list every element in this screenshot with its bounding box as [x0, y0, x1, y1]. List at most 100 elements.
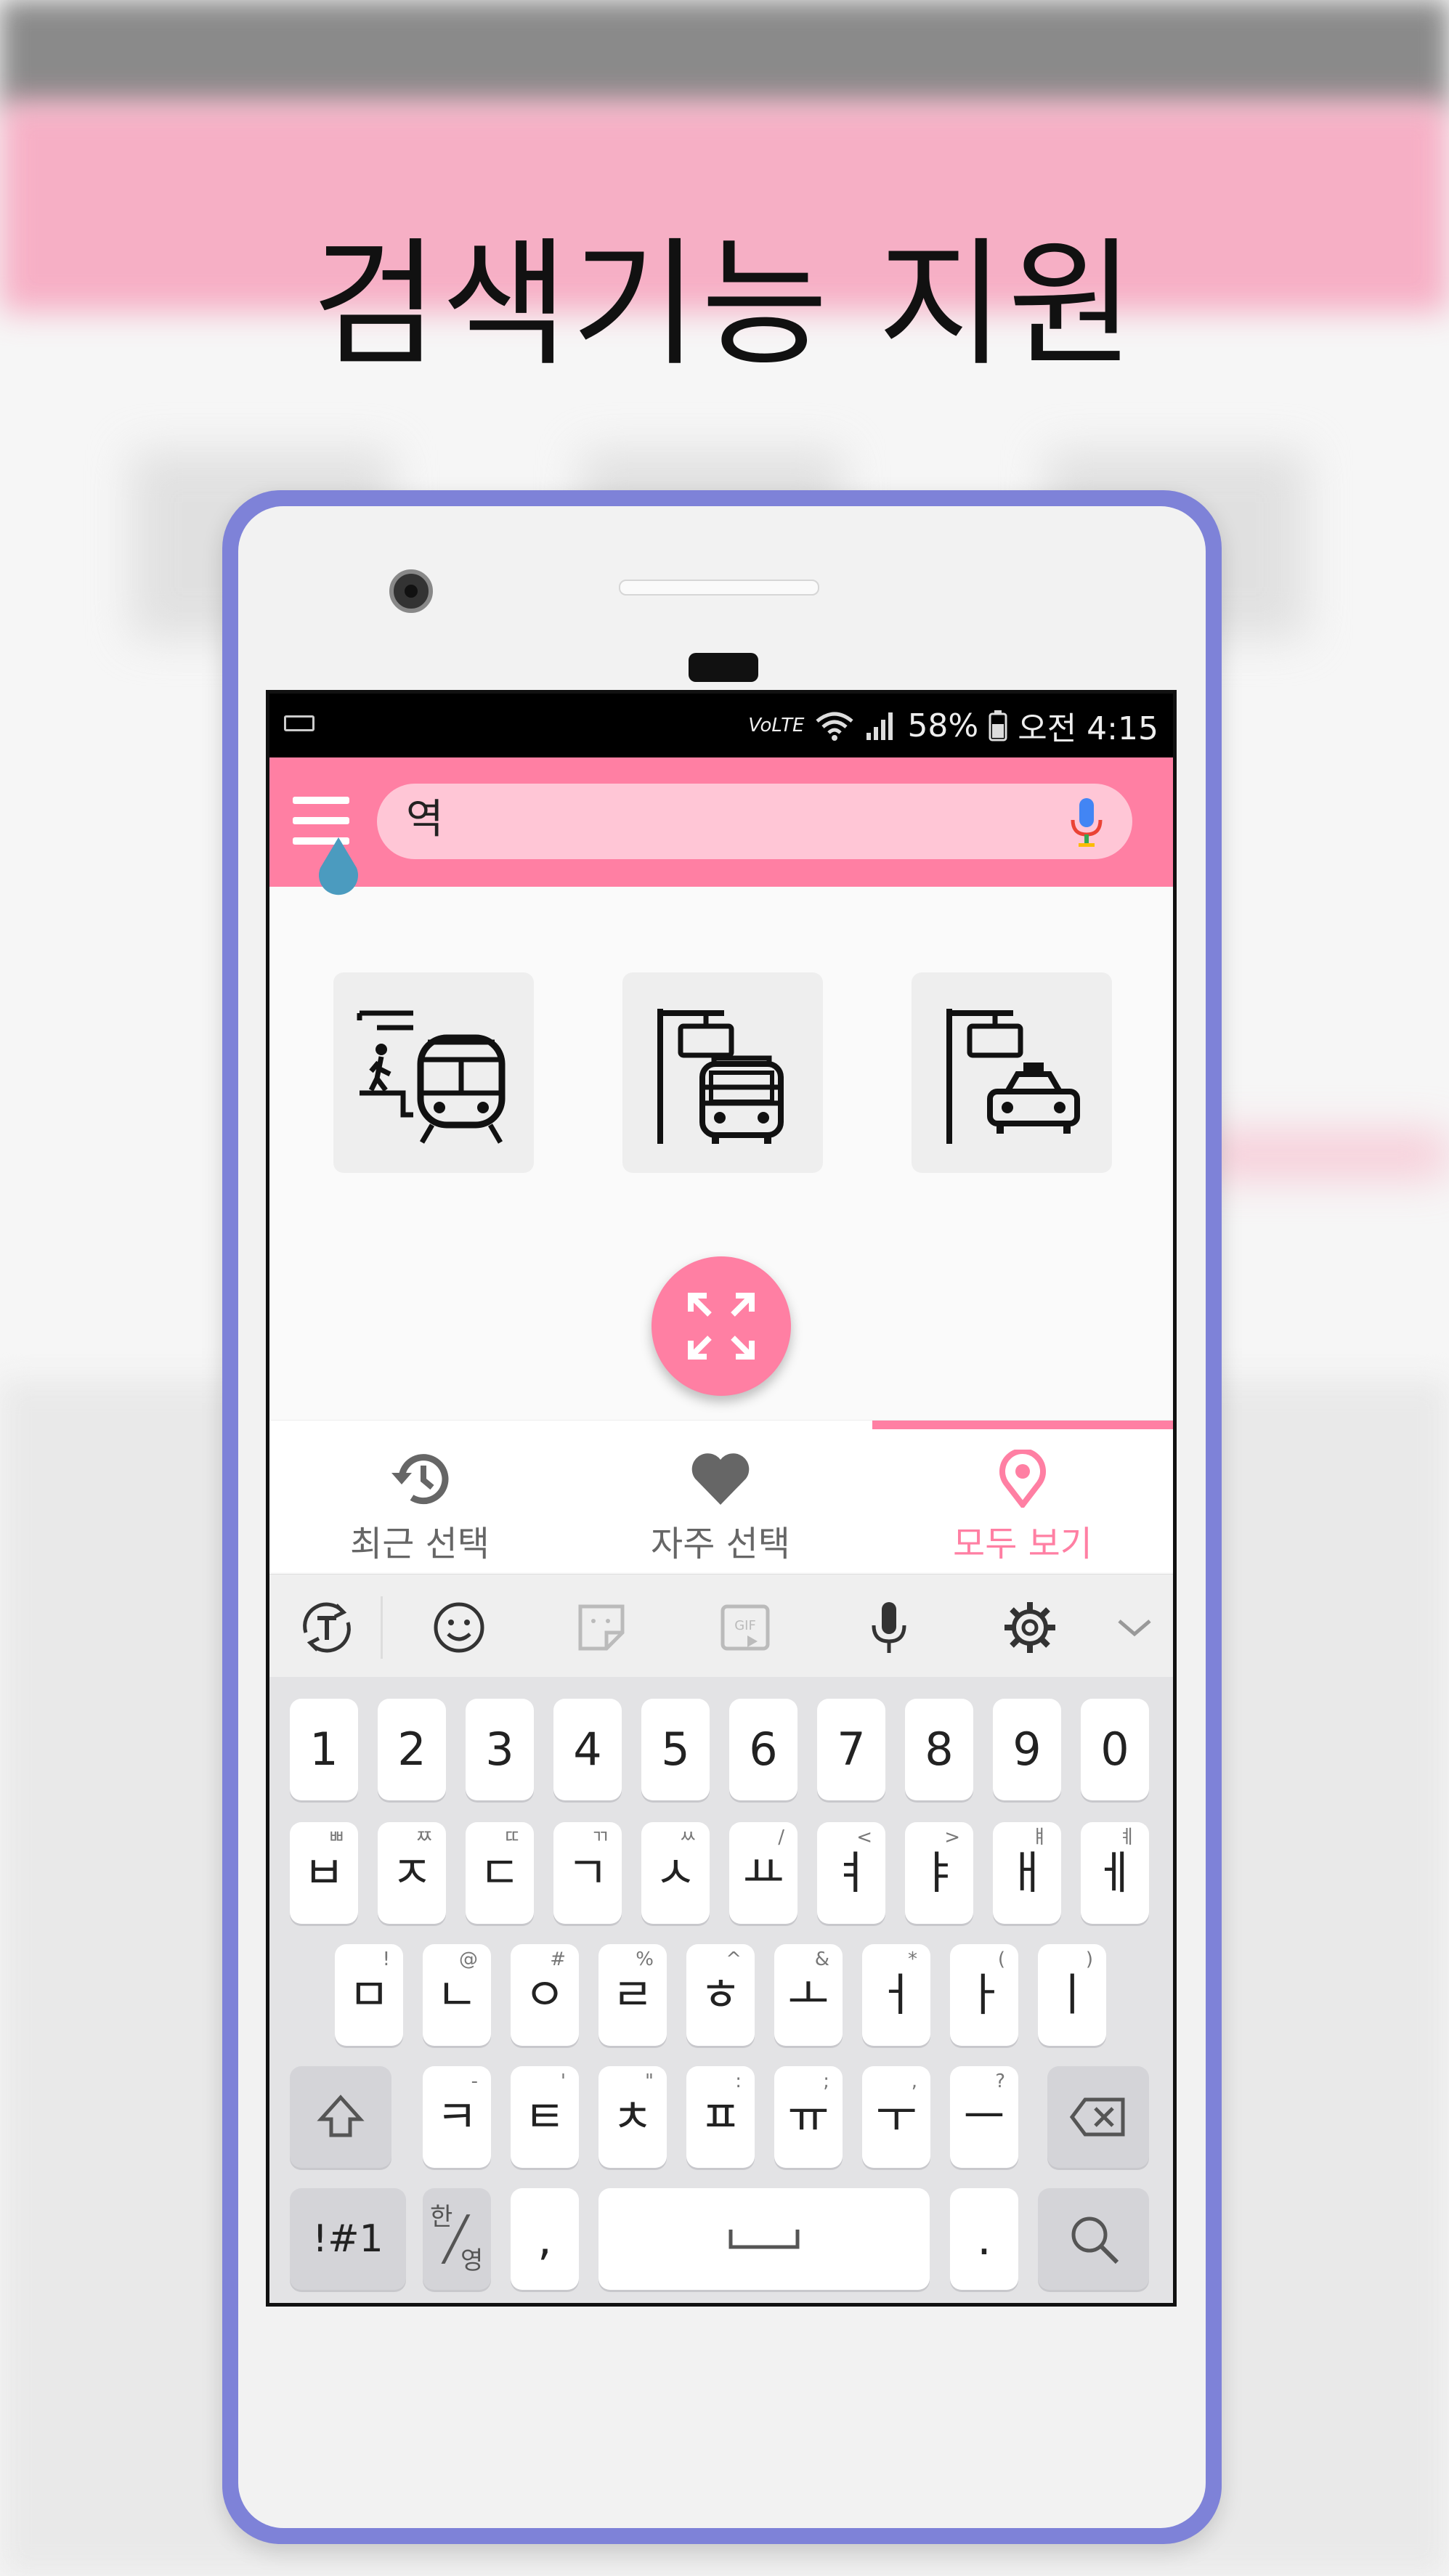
search-box[interactable]: 역 [377, 784, 1132, 859]
key-label: ㅇ [524, 1968, 566, 2021]
gif-icon[interactable]: GIF [714, 1596, 776, 1659]
key-alt-label: < [856, 1827, 872, 1848]
key-alt-label: / [778, 1827, 784, 1848]
subway-station-icon [357, 1010, 506, 1144]
period-key[interactable]: . [950, 2188, 1018, 2290]
tab-all-label: 모두 보기 [953, 1524, 1092, 1564]
key[interactable]: ㄱㄲ [553, 1822, 622, 1924]
text-mode-icon[interactable] [296, 1596, 358, 1659]
space-key[interactable] [598, 2188, 930, 2290]
key[interactable]: 5 [641, 1699, 710, 1800]
key[interactable]: ㅏ( [950, 1944, 1018, 2046]
key[interactable]: ㅊ " [598, 2066, 667, 2168]
earpiece-speaker [619, 580, 819, 596]
mic-icon[interactable] [858, 1596, 920, 1659]
key[interactable]: ㅂㅃ [290, 1822, 358, 1924]
key[interactable]: ㅑ > [905, 1822, 973, 1924]
key-alt-label: ^ [726, 1949, 742, 1970]
gear-icon[interactable] [999, 1596, 1061, 1659]
location-pin-icon [999, 1450, 1046, 1508]
sticker-icon[interactable] [570, 1596, 633, 1659]
search-icon [1071, 2217, 1119, 2264]
key[interactable]: ㄴ @ [423, 1944, 491, 2046]
key[interactable]: 7 [817, 1699, 885, 1800]
battery-percent: 58% [907, 707, 979, 744]
key-label: ㅔ [1094, 1846, 1136, 1899]
chevron-down-icon[interactable] [1103, 1596, 1166, 1659]
status-bar: VoLTE 58% 오전 4:15 [269, 694, 1173, 757]
key-alt-label: > [944, 1827, 960, 1848]
promo-headline: 검색기능 지원 [311, 224, 1138, 385]
key[interactable]: ㅓ * [862, 1944, 930, 2046]
key[interactable]: ㅔㅖ [1081, 1822, 1149, 1924]
keyboard-toolbar: GIF [269, 1574, 1173, 1677]
key[interactable]: 4 [553, 1699, 622, 1800]
key[interactable]: ㅛ / [729, 1822, 797, 1924]
tab-frequent[interactable]: 자주 선택 [570, 1450, 871, 1573]
keyboard-notification-icon [284, 715, 314, 731]
proximity-sensor [689, 653, 758, 682]
key[interactable]: 2 [378, 1699, 446, 1800]
key[interactable]: ㅕ < [817, 1822, 885, 1924]
key-label: ㅜ [875, 2090, 917, 2143]
subway-station-button[interactable] [333, 972, 534, 1173]
backspace-icon [1069, 2097, 1125, 2137]
language-toggle-key[interactable]: 한 ╱ 영 [423, 2188, 491, 2290]
expand-map-button[interactable] [652, 1256, 791, 1396]
status-right: VoLTE 58% 오전 4:15 [748, 702, 1158, 749]
key[interactable]: 1 [290, 1699, 358, 1800]
key-label: ㅕ [830, 1846, 872, 1899]
shift-key[interactable] [290, 2066, 391, 2168]
signal-icon [866, 712, 893, 740]
key[interactable]: 8 [905, 1699, 973, 1800]
key-alt-label: ㅃ [328, 1827, 345, 1848]
phone-screen: VoLTE 58% 오전 4:15 역 최근 선택 자주 선택 모두 보기 GI… [266, 690, 1177, 2307]
key[interactable]: 6 [729, 1699, 797, 1800]
key-alt-label: - [471, 2071, 478, 2092]
key[interactable]: ㅈㅉ [378, 1822, 446, 1924]
key[interactable]: ㅡ? [950, 2066, 1018, 2168]
front-camera [389, 569, 433, 613]
search-input[interactable]: 역 [406, 797, 444, 843]
key[interactable]: 9 [993, 1699, 1061, 1800]
key[interactable]: ㅣ) [1038, 1944, 1106, 2046]
tab-recent[interactable]: 최근 선택 [269, 1450, 570, 1573]
expand-icon [688, 1293, 755, 1360]
key[interactable]: ㅜ, [862, 2066, 930, 2168]
key-alt-label: ! [382, 1949, 390, 1970]
key[interactable]: ㅇ # [511, 1944, 579, 2046]
key[interactable]: ㄹ% [598, 1944, 667, 2046]
bus-stop-button[interactable] [622, 972, 823, 1173]
heart-icon [691, 1453, 750, 1505]
key-label: ㄷ [479, 1846, 521, 1899]
key-label: ㄱ [567, 1846, 609, 1899]
taxi-stand-button[interactable] [912, 972, 1112, 1173]
key-label: ㅅ [654, 1846, 697, 1899]
backspace-key[interactable] [1047, 2066, 1149, 2168]
tab-all[interactable]: 모두 보기 [872, 1450, 1173, 1573]
key-label: ㅋ [436, 2090, 478, 2143]
key[interactable]: 3 [466, 1699, 534, 1800]
key[interactable]: ㅁ! [335, 1944, 403, 2046]
background-blur-block [1198, 1133, 1449, 1177]
key-label: ㅠ [787, 2090, 829, 2143]
history-icon [391, 1454, 449, 1505]
key[interactable]: ㅍ: [686, 2066, 755, 2168]
search-key[interactable] [1038, 2188, 1149, 2290]
comma-key[interactable]: , [511, 2188, 579, 2290]
key[interactable]: ㅌ ' [511, 2066, 579, 2168]
key[interactable]: 0 [1081, 1699, 1149, 1800]
key[interactable]: ㅗ & [774, 1944, 843, 2046]
key-alt-label: ㅒ [1031, 1827, 1048, 1848]
voice-search-mic-icon[interactable] [1068, 797, 1105, 849]
key[interactable]: ㅐㅒ [993, 1822, 1061, 1924]
key[interactable]: ㅅㅆ [641, 1822, 710, 1924]
key[interactable]: ㅋ- [423, 2066, 491, 2168]
key[interactable]: ㄷㄸ [466, 1822, 534, 1924]
key-alt-label: & [814, 1949, 829, 1970]
key[interactable]: ㅎ ^ [686, 1944, 755, 2046]
symbols-key[interactable]: !#1 [290, 2188, 406, 2290]
key[interactable]: ㅠ; [774, 2066, 843, 2168]
emoji-icon[interactable] [428, 1596, 490, 1659]
text-cursor-handle[interactable] [313, 837, 364, 895]
